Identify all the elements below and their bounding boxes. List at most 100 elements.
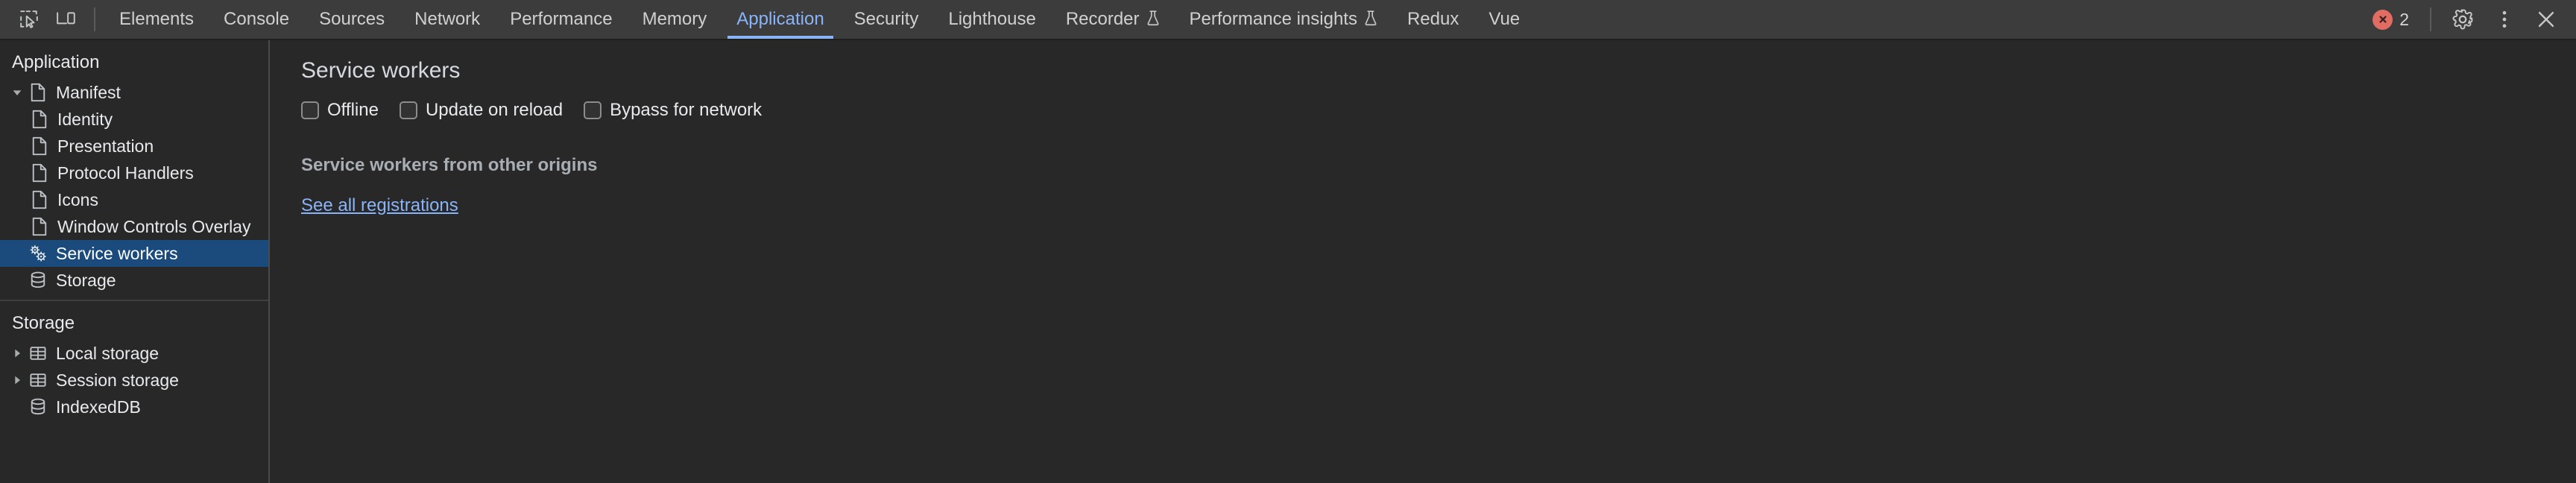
error-count-badge[interactable]: 2 (2364, 1, 2418, 37)
sidebar-item-icons[interactable]: Icons (0, 186, 268, 213)
document-icon (28, 190, 51, 209)
panel-tabs: Elements Console Sources Network Perform… (104, 0, 2364, 39)
sidebar-item-storage[interactable]: Storage (0, 267, 268, 294)
table-icon (27, 371, 49, 389)
sidebar-item-label: Window Controls Overlay (57, 216, 251, 236)
close-icon[interactable] (2527, 1, 2566, 37)
table-icon (27, 344, 49, 362)
devtools-body: Application Manifest Identity Presentati… (0, 40, 2576, 483)
kebab-menu-icon[interactable] (2485, 1, 2524, 37)
update-on-reload-checkbox[interactable] (399, 101, 417, 119)
tab-label: Memory (642, 9, 707, 29)
tab-console[interactable]: Console (209, 0, 304, 39)
devtools-tabbar: Elements Console Sources Network Perform… (0, 0, 2576, 40)
sidebar-item-label: Protocol Handlers (57, 162, 194, 183)
bypass-for-network-checkbox-item[interactable]: Bypass for network (584, 101, 762, 119)
tab-label: Elements (119, 9, 195, 29)
tabbar-right-tools: 2 (2364, 0, 2576, 39)
tab-label: Redux (1407, 9, 1459, 29)
page-title: Service workers (301, 58, 461, 83)
offline-checkbox-item[interactable]: Offline (301, 101, 379, 119)
sidebar-item-identity[interactable]: Identity (0, 106, 268, 133)
offline-checkbox[interactable] (301, 101, 319, 119)
gears-icon (27, 244, 49, 263)
sidebar-item-label: Storage (56, 270, 116, 290)
device-toolbar-icon[interactable] (48, 1, 85, 37)
tab-redux[interactable]: Redux (1392, 0, 1474, 39)
update-on-reload-checkbox-item[interactable]: Update on reload (399, 100, 564, 120)
inspect-element-icon[interactable] (10, 1, 48, 37)
sidebar-item-label: Icons (57, 189, 98, 209)
tab-label: Performance (510, 9, 613, 29)
experiment-flask-icon (1146, 10, 1160, 30)
chevron-right-icon[interactable] (7, 347, 27, 359)
offline-checkbox-label: Offline (327, 100, 379, 120)
tab-label: Sources (319, 9, 385, 29)
sidebar-item-label: Manifest (56, 82, 121, 102)
sidebar-item-label: IndexedDB (56, 397, 141, 417)
tab-label: Recorder (1065, 9, 1140, 29)
sidebar-section-title: Storage (12, 313, 75, 333)
database-icon (27, 271, 49, 290)
tab-label: Lighthouse (948, 9, 1036, 29)
tab-label: Network (414, 9, 481, 29)
see-all-registrations-link[interactable]: See all registrations (301, 197, 458, 215)
tab-label: Vue (1489, 9, 1521, 29)
tab-security[interactable]: Security (839, 0, 934, 39)
sidebar-section-storage: Storage Local storage Session storage In… (0, 300, 268, 420)
document-icon (28, 136, 51, 156)
bypass-for-network-checkbox[interactable] (584, 101, 602, 119)
tabbar-left-tools (0, 0, 104, 39)
other-origins-section: Service workers from other origins See a… (270, 157, 2576, 215)
error-count-label: 2 (2399, 9, 2409, 29)
tab-label: Security (853, 9, 919, 29)
gear-icon[interactable] (2443, 1, 2482, 37)
sidebar-item-label: Local storage (56, 343, 160, 363)
toolbar-divider (2430, 7, 2431, 31)
tab-label: Application (736, 9, 824, 29)
service-workers-panel: Service workers Offline Update on reload… (270, 40, 2576, 483)
sidebar-section-title: Application (12, 52, 100, 72)
sidebar-section-application: Application Manifest Identity Presentati… (0, 40, 268, 294)
sidebar-item-label: Service workers (56, 243, 178, 263)
tab-elements[interactable]: Elements (104, 0, 209, 39)
sidebar-item-service-workers[interactable]: Service workers (0, 240, 268, 267)
error-circle-icon (2373, 9, 2393, 30)
tab-label: Performance insights (1189, 9, 1357, 29)
sidebar-item-presentation[interactable]: Presentation (0, 133, 268, 160)
chevron-down-icon[interactable] (7, 86, 27, 98)
sidebar-item-indexeddb[interactable]: IndexedDB (0, 394, 268, 420)
tab-label: Console (224, 9, 290, 29)
sidebar-item-label: Presentation (57, 136, 154, 156)
bypass-for-network-checkbox-label: Bypass for network (610, 100, 763, 120)
sidebar-item-protocol-handlers[interactable]: Protocol Handlers (0, 160, 268, 186)
sidebar-item-session-storage[interactable]: Session storage (0, 367, 268, 394)
tab-vue[interactable]: Vue (1474, 0, 1535, 39)
toolbar-divider (94, 7, 95, 31)
tab-recorder[interactable]: Recorder (1051, 0, 1175, 39)
application-sidebar: Application Manifest Identity Presentati… (0, 40, 270, 483)
tab-performance-insights[interactable]: Performance insights (1175, 0, 1392, 39)
sidebar-item-label: Identity (57, 109, 113, 129)
document-icon (28, 163, 51, 183)
update-on-reload-checkbox-label: Update on reload (425, 100, 564, 120)
experiment-flask-icon (1364, 10, 1377, 30)
sidebar-item-local-storage[interactable]: Local storage (0, 340, 268, 367)
tab-lighthouse[interactable]: Lighthouse (933, 0, 1050, 39)
sidebar-item-window-controls-overlay[interactable]: Window Controls Overlay (0, 213, 268, 240)
service-worker-controls: Offline Update on reload Bypass for netw… (270, 82, 2576, 119)
sidebar-item-label: Session storage (56, 370, 179, 390)
tab-sources[interactable]: Sources (304, 0, 400, 39)
document-icon (27, 83, 49, 102)
devtools-window: Elements Console Sources Network Perform… (0, 0, 2576, 483)
database-icon (27, 397, 49, 417)
tab-network[interactable]: Network (400, 0, 495, 39)
other-origins-title: Service workers from other origins (301, 155, 598, 175)
tab-application[interactable]: Application (722, 0, 839, 39)
tab-performance[interactable]: Performance (495, 0, 627, 39)
chevron-right-icon[interactable] (7, 374, 27, 386)
document-icon (28, 217, 51, 236)
document-icon (28, 110, 51, 129)
sidebar-item-manifest[interactable]: Manifest (0, 79, 268, 106)
tab-memory[interactable]: Memory (628, 0, 722, 39)
